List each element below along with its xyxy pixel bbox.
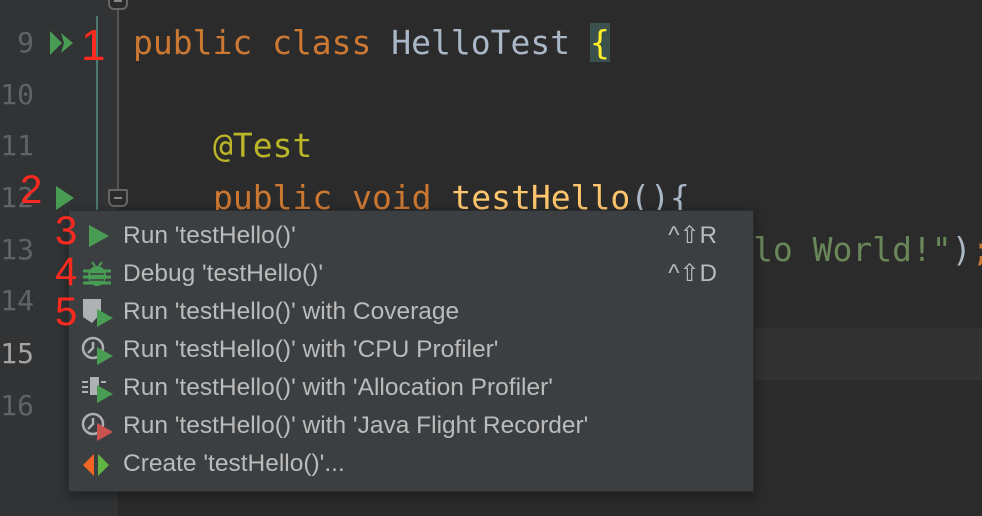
brace-match: { bbox=[589, 23, 610, 62]
fold-marker[interactable] bbox=[108, 189, 128, 207]
code-line-11[interactable]: @Test bbox=[213, 120, 312, 172]
menu-item-coverage[interactable]: Run 'testHello()' with Coverage bbox=[69, 293, 753, 331]
menu-item-allocation-profiler[interactable]: Run 'testHello()' with 'Allocation Profi… bbox=[69, 369, 753, 407]
annotation-number: 3 bbox=[55, 209, 78, 253]
menu-item-label: Run 'testHello()' with 'Java Flight Reco… bbox=[123, 412, 589, 439]
class-name: HelloTest bbox=[391, 23, 590, 62]
run-context-menu: Run 'testHello()' ^⇧R Debug 'testHello()… bbox=[68, 210, 754, 492]
menu-item-create-config[interactable]: Create 'testHello()'... bbox=[69, 445, 753, 483]
line-number: 14 bbox=[0, 284, 34, 317]
run-icon bbox=[89, 225, 109, 247]
code-line-9[interactable]: public class HelloTest { bbox=[133, 17, 610, 69]
string-literal: lo World!" bbox=[753, 230, 952, 269]
annotation-number: 1 bbox=[81, 21, 106, 70]
line-number: 16 bbox=[0, 389, 34, 422]
line-number: 13 bbox=[0, 233, 34, 266]
annotation-number: 4 bbox=[55, 250, 78, 294]
fold-marker[interactable] bbox=[108, 0, 128, 10]
annotation-number: 2 bbox=[20, 168, 43, 212]
menu-item-label: Create 'testHello()'... bbox=[123, 450, 345, 477]
menu-item-label: Run 'testHello()' bbox=[123, 222, 296, 249]
flight-recorder-icon bbox=[81, 412, 113, 441]
menu-item-label: Run 'testHello()' with 'CPU Profiler' bbox=[123, 336, 499, 363]
semicolon: ; bbox=[972, 230, 982, 269]
annotation-number: 5 bbox=[55, 290, 78, 334]
line-number: 10 bbox=[0, 78, 34, 111]
fold-guide bbox=[117, 0, 119, 192]
run-icon[interactable] bbox=[56, 186, 76, 210]
cpu-profiler-icon bbox=[81, 336, 113, 365]
menu-item-run[interactable]: Run 'testHello()' ^⇧R bbox=[69, 217, 753, 255]
line-number: 11 bbox=[0, 129, 34, 162]
run-all-icon[interactable] bbox=[50, 31, 78, 55]
menu-item-label: Run 'testHello()' with 'Allocation Profi… bbox=[123, 374, 553, 401]
menu-item-label: Debug 'testHello()' bbox=[123, 260, 323, 287]
menu-item-flight-recorder[interactable]: Run 'testHello()' with 'Java Flight Reco… bbox=[69, 407, 753, 445]
line-number: 9 bbox=[17, 26, 34, 59]
paren: ) bbox=[951, 230, 972, 269]
line-number-current: 15 bbox=[0, 337, 34, 370]
shortcut: ^⇧D bbox=[668, 260, 717, 287]
annotation: @Test bbox=[213, 126, 313, 165]
debug-icon bbox=[83, 261, 111, 286]
create-config-icon bbox=[83, 454, 109, 476]
allocation-profiler-icon bbox=[82, 377, 113, 403]
shortcut: ^⇧R bbox=[668, 222, 717, 249]
menu-item-label: Run 'testHello()' with Coverage bbox=[123, 298, 460, 325]
code-line-13[interactable]: lo World!"); bbox=[753, 224, 982, 276]
menu-item-debug[interactable]: Debug 'testHello()' ^⇧D bbox=[69, 255, 753, 293]
keyword: public class bbox=[133, 23, 392, 62]
coverage-icon bbox=[83, 299, 113, 327]
menu-item-cpu-profiler[interactable]: Run 'testHello()' with 'CPU Profiler' bbox=[69, 331, 753, 369]
